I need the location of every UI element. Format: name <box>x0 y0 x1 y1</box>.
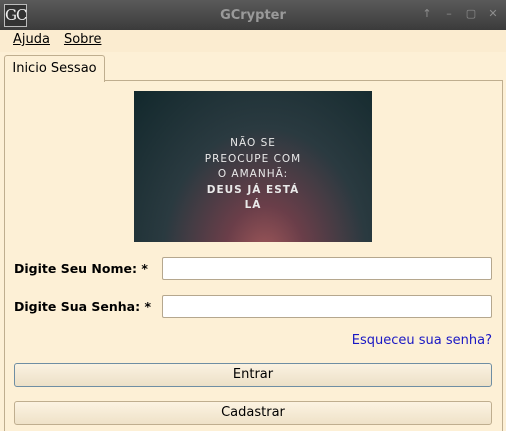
forgot-password-link[interactable]: Esqueceu sua senha? <box>352 333 492 348</box>
menu-sobre-label: Sobre <box>63 32 102 47</box>
quote-line: DEUS JÁ ESTÁ <box>206 183 300 196</box>
name-input[interactable] <box>162 257 492 280</box>
keep-above-icon[interactable]: ↑ <box>420 7 434 21</box>
name-label: Digite Seu Nome: * <box>14 261 148 276</box>
maximize-icon[interactable]: ▢ <box>464 7 478 21</box>
window-controls: ↑ – ▢ ✕ <box>420 7 500 21</box>
menu-ajuda-label: Ajuda <box>13 32 50 47</box>
app-window: GC GCrypter ↑ – ▢ ✕ Ajuda Sobre Inicio S… <box>0 0 506 431</box>
quote-text: NÃO SE PREOCUPE COM O AMANHÃ: DEUS JÁ ES… <box>134 136 372 214</box>
menu-bar: Ajuda Sobre <box>0 30 506 52</box>
close-icon[interactable]: ✕ <box>486 7 500 21</box>
minimize-icon[interactable]: – <box>442 7 456 21</box>
tab-inicio-sessao[interactable]: Inicio Sessao <box>4 55 105 82</box>
password-label: Digite Sua Senha: * <box>14 299 151 314</box>
quote-image: NÃO SE PREOCUPE COM O AMANHÃ: DEUS JÁ ES… <box>134 91 372 242</box>
menu-sobre[interactable]: Sobre <box>57 30 109 52</box>
quote-line: PREOCUPE COM <box>204 152 302 165</box>
login-button[interactable]: Entrar <box>14 363 492 387</box>
register-button[interactable]: Cadastrar <box>14 401 492 425</box>
quote-line: LÁ <box>244 199 262 211</box>
quote-line: O AMANHÃ: <box>217 168 289 180</box>
menu-ajuda[interactable]: Ajuda <box>6 30 57 52</box>
title-bar[interactable]: GC GCrypter ↑ – ▢ ✕ <box>0 0 506 30</box>
quote-line: NÃO SE <box>230 137 276 149</box>
password-input[interactable] <box>162 295 492 318</box>
